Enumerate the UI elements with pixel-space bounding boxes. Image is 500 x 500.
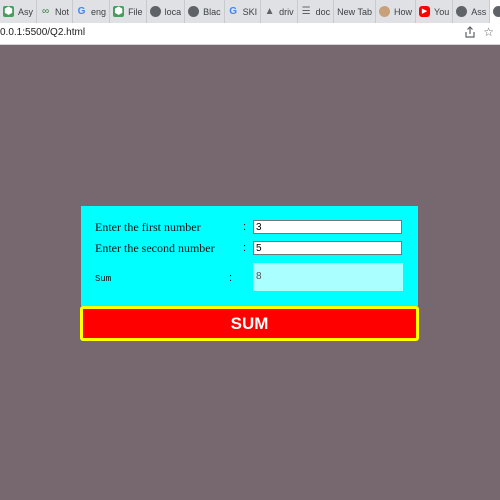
drive-icon: ▲	[264, 6, 275, 17]
tab-how[interactable]: How	[376, 0, 417, 23]
first-number-input[interactable]	[253, 220, 402, 234]
tab-file[interactable]: ⬢ File	[110, 0, 147, 23]
tab-driv[interactable]: ▲ driv	[261, 0, 298, 23]
tab-strip: ⬢ Asy ∞ Not G eng ⬢ File loca Blac G SKI…	[0, 0, 500, 23]
address-bar: 0.0.1:5500/Q2.html ☆	[0, 23, 500, 45]
first-number-label: Enter the first number	[95, 220, 201, 234]
sum-label: Sum	[95, 274, 112, 284]
google-icon: G	[229, 6, 237, 17]
sum-form: Enter the first number : Enter the secon…	[81, 206, 418, 306]
tab-label: Asy	[18, 6, 34, 17]
tab-asy[interactable]: ⬢ Asy	[0, 0, 38, 23]
avatar-icon	[379, 6, 391, 17]
tab-label: doc	[315, 6, 331, 17]
tab-not[interactable]: ∞ Not	[37, 0, 74, 23]
globe-icon	[188, 6, 200, 17]
tab-label: driv	[279, 6, 294, 17]
tab-you[interactable]: ▶ You	[416, 0, 454, 23]
colon: :	[229, 272, 233, 284]
second-number-label: Enter the second number	[95, 241, 215, 255]
tab-label: Blac	[203, 6, 221, 17]
tab-new-tab[interactable]: New Tab	[334, 0, 377, 23]
tab-ski[interactable]: G SKI	[225, 0, 262, 23]
url-text[interactable]: 0.0.1:5500/Q2.html	[0, 27, 85, 38]
gear-icon: ⬢	[113, 6, 125, 17]
doc-icon: ☰	[301, 6, 311, 17]
tab-label: You	[434, 6, 450, 17]
gear-icon: ⬢	[3, 6, 14, 17]
sum-output: 8	[253, 263, 403, 291]
globe-icon	[456, 6, 468, 17]
tab-eng[interactable]: G eng	[73, 0, 111, 23]
tab-label: File	[128, 6, 143, 17]
globe-icon	[149, 6, 161, 17]
tab-label: eng	[91, 6, 107, 17]
tab-label: How	[394, 6, 413, 17]
second-number-input[interactable]	[253, 241, 402, 255]
tab-label: Not	[55, 6, 70, 17]
tab-doc[interactable]: ☰ doc	[298, 0, 335, 23]
youtube-icon: ▶	[419, 6, 431, 17]
bookmark-star-icon[interactable]: ☆	[483, 25, 494, 39]
share-icon[interactable]	[464, 26, 476, 38]
tab-loca[interactable]: loca	[147, 0, 186, 23]
tab-label: Ass	[471, 6, 487, 17]
infinity-icon: ∞	[41, 6, 50, 17]
tab-label: SKI	[242, 6, 258, 17]
tab-label: loca	[164, 6, 182, 17]
colon: :	[243, 221, 247, 233]
google-icon: G	[77, 6, 86, 17]
colon: :	[243, 242, 247, 254]
tab-label: New Tab	[337, 6, 373, 17]
tab-blac[interactable]: Blac	[185, 0, 225, 23]
tab-ass[interactable]: Ass	[453, 0, 491, 23]
sum-button[interactable]: SUM	[80, 306, 419, 341]
globe-icon	[493, 6, 500, 17]
tab-active[interactable]: ×	[490, 0, 500, 23]
